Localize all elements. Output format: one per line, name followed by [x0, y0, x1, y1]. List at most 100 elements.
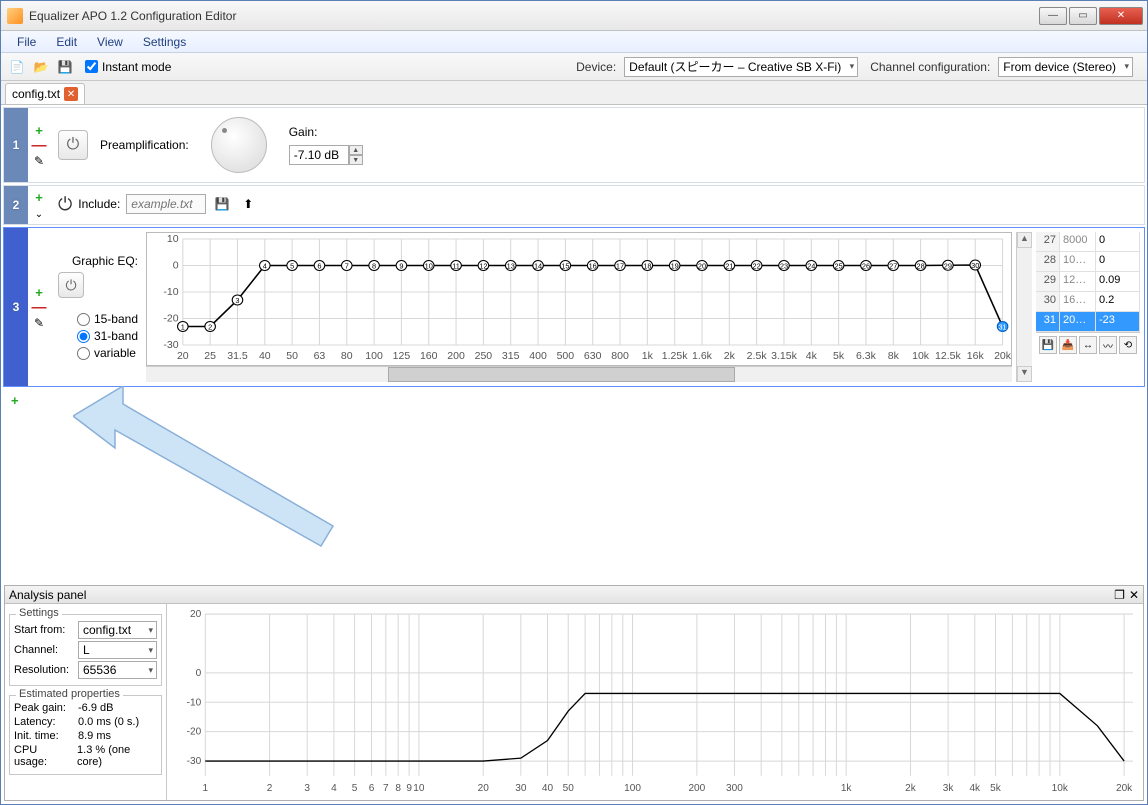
svg-text:4: 4	[263, 262, 267, 271]
import-icon[interactable]: 📥	[1059, 336, 1077, 354]
new-file-button[interactable]: 📄	[7, 57, 27, 77]
svg-text:20: 20	[478, 783, 490, 794]
remove-icon[interactable]: —	[32, 304, 47, 312]
svg-text:1.25k: 1.25k	[662, 351, 689, 362]
reset-icon[interactable]: ⟲	[1119, 336, 1137, 354]
svg-text:3: 3	[235, 296, 239, 305]
add-icon[interactable]: +	[35, 285, 43, 300]
svg-text:2k: 2k	[905, 783, 917, 794]
svg-text:250: 250	[475, 351, 493, 362]
svg-text:5k: 5k	[990, 783, 1002, 794]
svg-text:4k: 4k	[806, 351, 818, 362]
device-dropdown[interactable]: Default (スピーカー – Creative SB X-Fi)	[624, 57, 858, 77]
power-icon[interactable]: ⏻	[58, 194, 72, 215]
spin-down-icon[interactable]: ▼	[349, 155, 363, 165]
spin-up-icon[interactable]: ▲	[349, 145, 363, 155]
add-icon[interactable]: +	[35, 123, 43, 138]
gain-knob[interactable]	[211, 117, 267, 173]
radio-15band[interactable]: 15-band	[77, 312, 138, 326]
menu-view[interactable]: View	[87, 33, 133, 51]
svg-text:100: 100	[365, 351, 383, 362]
include-input[interactable]	[126, 194, 206, 214]
radio-31band[interactable]: 31-band	[77, 329, 138, 343]
gain-input[interactable]	[289, 145, 349, 165]
svg-text:8: 8	[372, 262, 376, 271]
filter-rows: 1 + — ✎ ⏻ Preamplification: Gain: ▲ ▼	[1, 107, 1147, 412]
svg-text:630: 630	[584, 351, 602, 362]
remove-icon[interactable]: —	[32, 142, 47, 150]
minimize-button[interactable]: —	[1039, 7, 1067, 25]
save-icon[interactable]: 💾	[1039, 336, 1057, 354]
menu-edit[interactable]: Edit	[46, 33, 87, 51]
eq-h-scrollbar[interactable]	[146, 366, 1012, 382]
svg-text:24: 24	[807, 262, 815, 271]
undock-icon[interactable]: ❐	[1114, 588, 1125, 602]
preamp-label: Preamplification:	[100, 138, 189, 152]
power-button[interactable]: ⏻	[58, 130, 88, 160]
svg-text:13: 13	[507, 262, 515, 271]
edit-icon[interactable]: ✎	[34, 316, 44, 330]
svg-text:9: 9	[406, 783, 412, 794]
menu-file[interactable]: File	[7, 33, 46, 51]
edit-icon[interactable]: ✎	[34, 154, 44, 168]
svg-text:2: 2	[267, 783, 273, 794]
invert-icon[interactable]: ↔	[1079, 336, 1097, 354]
svg-text:29: 29	[944, 261, 952, 270]
normalize-icon[interactable]: 〰	[1099, 336, 1117, 354]
save-include-icon[interactable]: 💾	[212, 194, 232, 214]
svg-text:8: 8	[395, 783, 401, 794]
channel-dropdown[interactable]: L	[78, 641, 157, 659]
close-panel-icon[interactable]: ✕	[1129, 588, 1139, 602]
row-number-1: 1	[4, 108, 28, 182]
resolution-dropdown[interactable]: 65536	[78, 661, 157, 679]
svg-text:20: 20	[698, 262, 706, 271]
table-row[interactable]: 2912…0.09	[1036, 272, 1140, 292]
svg-text:100: 100	[624, 783, 641, 794]
instant-mode-checkbox[interactable]: Instant mode	[85, 60, 171, 74]
graphic-eq-label: Graphic EQ:	[72, 254, 138, 268]
toolbar: 📄 📂 💾 Instant mode Device: Default (スピーカ…	[1, 53, 1147, 81]
menubar: File Edit View Settings	[1, 31, 1147, 53]
svg-text:16: 16	[589, 262, 597, 271]
row-include: 2 + ⌄ ⏻ Include: 💾 ⬆	[3, 185, 1145, 225]
close-button[interactable]: ✕	[1099, 7, 1143, 25]
up-include-icon[interactable]: ⬆	[238, 194, 258, 214]
row-number-2: 2	[4, 186, 28, 224]
maximize-button[interactable]: ▭	[1069, 7, 1097, 25]
table-row[interactable]: 2810…0	[1036, 252, 1140, 272]
svg-text:14: 14	[534, 262, 542, 271]
svg-text:7: 7	[383, 783, 389, 794]
analysis-chart[interactable]: 200-10-20-301234567891020304050100200300…	[167, 604, 1143, 800]
svg-text:28: 28	[916, 262, 924, 271]
power-button[interactable]: ⏻	[58, 272, 84, 298]
tab-close-icon[interactable]: ✕	[64, 87, 78, 101]
svg-text:1k: 1k	[841, 783, 853, 794]
table-row[interactable]: 2780000	[1036, 232, 1140, 252]
svg-text:5k: 5k	[833, 351, 845, 362]
analysis-panel: Analysis panel ❐ ✕ Settings Start from:c…	[4, 585, 1144, 801]
add-icon[interactable]: +	[35, 190, 43, 205]
svg-text:1: 1	[202, 783, 208, 794]
eq-chart[interactable]: 100-10-20-30202531.540506380100125160200…	[146, 232, 1012, 366]
eq-v-scrollbar[interactable]: ▲▼	[1016, 232, 1032, 382]
open-file-button[interactable]: 📂	[31, 57, 51, 77]
svg-text:-30: -30	[163, 340, 179, 351]
tab-config[interactable]: config.txt ✕	[5, 83, 85, 104]
svg-text:20: 20	[177, 351, 189, 362]
add-row-button[interactable]: +	[11, 393, 19, 408]
svg-text:0: 0	[196, 668, 202, 679]
start-from-dropdown[interactable]: config.txt	[78, 621, 157, 639]
radio-variable[interactable]: variable	[77, 346, 138, 360]
menu-settings[interactable]: Settings	[133, 33, 196, 51]
tabstrip: config.txt ✕	[1, 81, 1147, 105]
svg-text:1.6k: 1.6k	[692, 351, 713, 362]
expand-icon[interactable]: ⌄	[35, 209, 43, 220]
save-file-button[interactable]: 💾	[55, 57, 75, 77]
svg-text:800: 800	[611, 351, 629, 362]
table-row[interactable]: 3016…0.2	[1036, 292, 1140, 312]
table-row[interactable]: 3120…-23	[1036, 312, 1140, 332]
svg-text:10: 10	[413, 783, 425, 794]
svg-text:25: 25	[204, 351, 216, 362]
channel-config-dropdown[interactable]: From device (Stereo)	[998, 57, 1133, 77]
svg-text:63: 63	[314, 351, 326, 362]
